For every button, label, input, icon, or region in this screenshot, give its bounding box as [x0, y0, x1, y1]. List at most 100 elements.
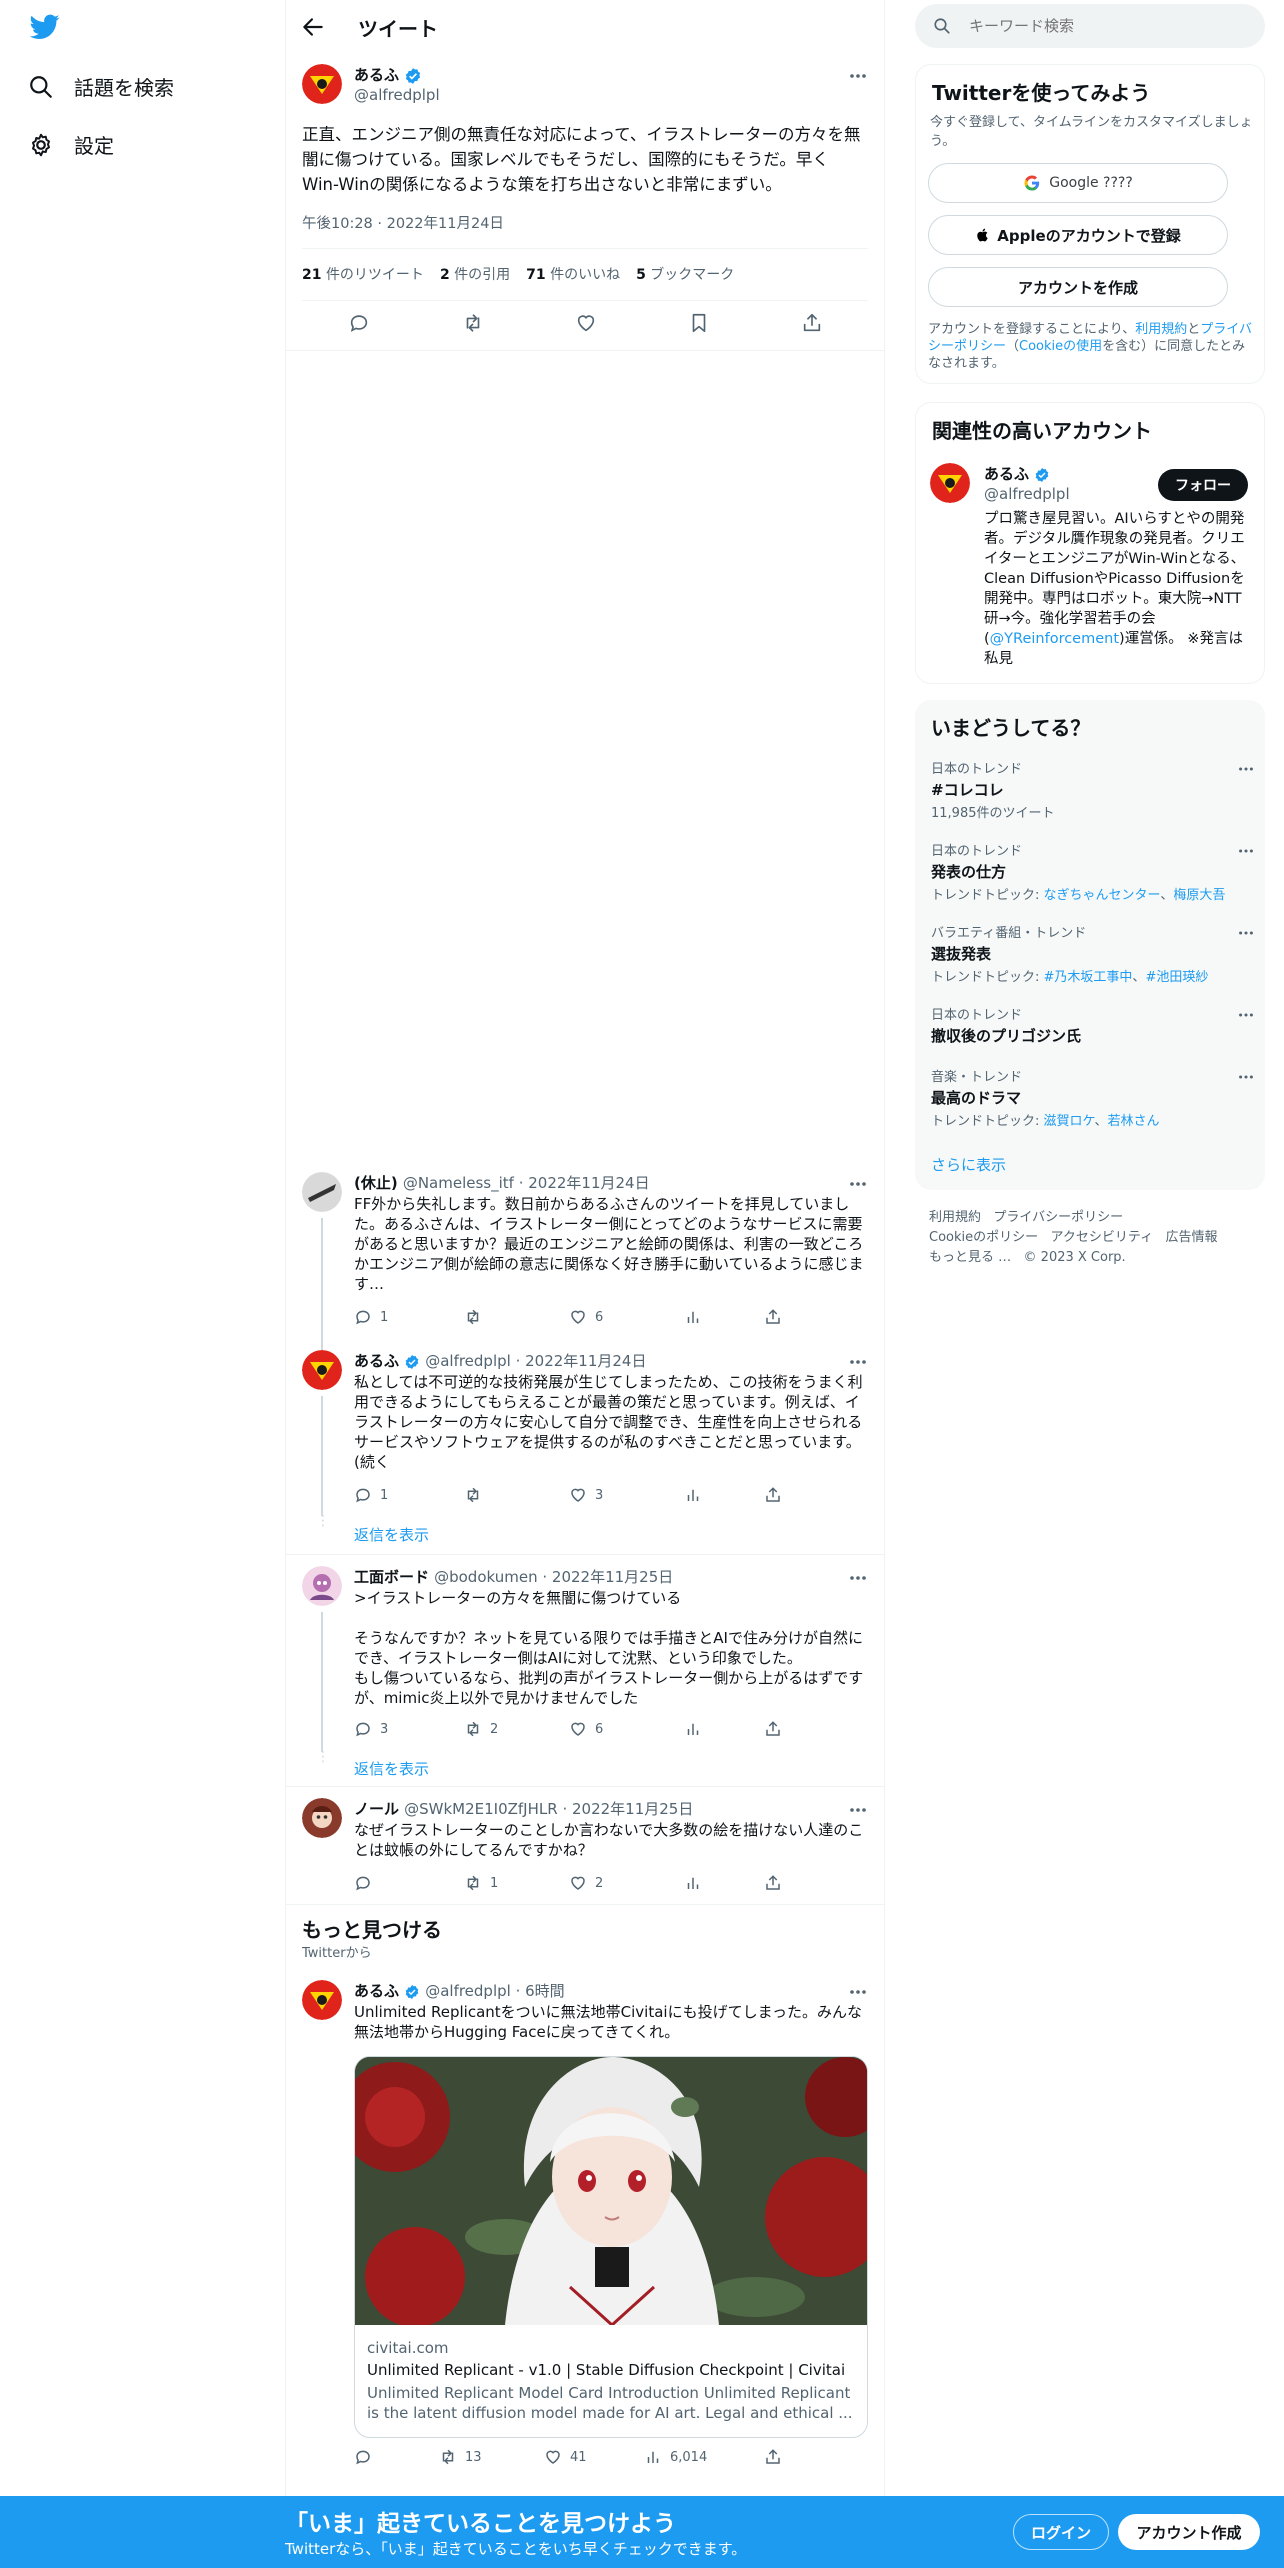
footer-link[interactable]: 広告情報: [1166, 1230, 1218, 1245]
follow-button[interactable]: フォロー: [1158, 469, 1248, 501]
reply-author-handle[interactable]: @alfredplpl: [425, 1982, 511, 2000]
likes-stat[interactable]: 71 件のいいね: [526, 264, 620, 284]
reply-author-name[interactable]: あるふ: [354, 1982, 399, 2000]
like-button[interactable]: 6: [569, 1720, 603, 1738]
share-button[interactable]: [764, 2448, 782, 2466]
share-icon[interactable]: [801, 312, 823, 334]
footer-link[interactable]: プライバシーポリシー: [993, 1210, 1123, 1225]
avatar[interactable]: [930, 463, 970, 503]
tweet-time[interactable]: 午後10:28: [302, 216, 373, 232]
reply-author-handle[interactable]: @SWkM2E1I0ZfJHLR: [404, 1800, 558, 1818]
trend-topic-link[interactable]: 若林さん: [1108, 1114, 1160, 1129]
trend-topic-link[interactable]: 滋賀ロケ: [1044, 1114, 1095, 1129]
like-icon[interactable]: [575, 312, 597, 334]
retweet-button[interactable]: 2: [464, 1720, 498, 1738]
avatar[interactable]: [302, 1172, 342, 1212]
bookmark-icon[interactable]: [688, 312, 710, 334]
reply-button[interactable]: 1: [354, 1308, 388, 1326]
reply-button[interactable]: 3: [354, 1720, 388, 1738]
like-button[interactable]: 2: [569, 1874, 603, 1892]
reply-author-handle[interactable]: @bodokumen: [434, 1568, 537, 1586]
reply-author-name[interactable]: 工面ボード: [354, 1568, 429, 1586]
reply-button[interactable]: [354, 1874, 380, 1892]
avatar[interactable]: [302, 1980, 342, 2020]
footer-link[interactable]: 利用規約: [929, 1210, 981, 1225]
more-options-icon[interactable]: [1237, 842, 1257, 862]
reply-button[interactable]: 1: [354, 1486, 388, 1504]
reply-tweet[interactable]: 工面ボード @bodokumen · 2022年11月25日 >イラストレーター…: [286, 1554, 884, 1788]
retweet-icon[interactable]: [461, 312, 485, 334]
share-button[interactable]: [764, 1874, 782, 1892]
reply-author-handle[interactable]: @Nameless_itf: [403, 1174, 514, 1192]
trend-topic-link[interactable]: #乃木坂工事中: [1044, 970, 1133, 985]
avatar[interactable]: [302, 1350, 342, 1390]
more-options-icon[interactable]: [1237, 1006, 1257, 1026]
trend-item[interactable]: 音楽・トレンド 最高のドラマ トレンドトピック: 滋賀ロケ、若林さん: [931, 1066, 1251, 1129]
footer-link[interactable]: Cookieのポリシー: [929, 1230, 1038, 1245]
trend-item[interactable]: バラエティ番組・トレンド 選抜発表 トレンドトピック: #乃木坂工事中、#池田瑛…: [931, 922, 1251, 985]
bio-mention-link[interactable]: @YReinforcement: [990, 631, 1119, 647]
relevant-name[interactable]: あるふ: [984, 465, 1029, 483]
retweet-button[interactable]: [464, 1486, 490, 1504]
google-signup-button[interactable]: Google ????: [928, 163, 1228, 203]
more-options-icon[interactable]: [1237, 1068, 1257, 1088]
tweet-date[interactable]: 2022年11月24日: [387, 216, 504, 232]
show-replies-link[interactable]: 返信を表示: [354, 1524, 429, 1545]
apple-signup-button[interactable]: Appleのアカウントで登録: [928, 215, 1228, 255]
reply-date[interactable]: 2022年11月25日: [572, 1800, 693, 1818]
back-arrow-icon[interactable]: [300, 14, 326, 40]
retweets-stat[interactable]: 21 件のリツイート: [302, 264, 424, 284]
signup-button[interactable]: アカウント作成: [1118, 2514, 1260, 2550]
share-button[interactable]: [764, 1486, 782, 1504]
more-options-icon[interactable]: [1237, 924, 1257, 944]
create-account-button[interactable]: アカウントを作成: [928, 267, 1228, 307]
analytics-button[interactable]: [684, 1720, 702, 1738]
quotes-stat[interactable]: 2 件の引用: [440, 264, 510, 284]
trend-item[interactable]: 日本のトレンド #コレコレ 11,985件のツイート: [931, 758, 1251, 821]
reply-date[interactable]: 2022年11月24日: [528, 1174, 649, 1192]
like-button[interactable]: 3: [569, 1486, 603, 1504]
reply-button[interactable]: [354, 2448, 380, 2466]
more-options-icon[interactable]: [848, 1568, 868, 1588]
twitter-logo-icon[interactable]: [30, 14, 60, 40]
retweet-button[interactable]: [464, 1308, 490, 1326]
reply-tweet[interactable]: ノール @SWkM2E1I0ZfJHLR · 2022年11月25日 なぜイラス…: [286, 1786, 884, 1906]
bookmarks-stat[interactable]: 5 ブックマーク: [636, 264, 734, 284]
retweet-button[interactable]: 1: [464, 1874, 498, 1892]
terms-link[interactable]: 利用規約: [1135, 322, 1187, 337]
avatar[interactable]: [302, 1798, 342, 1838]
footer-link[interactable]: アクセシビリティ: [1051, 1230, 1154, 1245]
analytics-button[interactable]: [684, 1874, 702, 1892]
more-options-icon[interactable]: [848, 1800, 868, 1820]
share-button[interactable]: [764, 1720, 782, 1738]
search-input[interactable]: [969, 14, 1249, 38]
tweet-time[interactable]: 6時間: [525, 1982, 565, 2000]
retweet-button[interactable]: 13: [439, 2448, 482, 2466]
cookie-link[interactable]: Cookieの使用: [1019, 339, 1102, 354]
sidebar-item-settings[interactable]: 設定: [28, 130, 114, 159]
trend-topic-link[interactable]: なぎちゃんセンター: [1044, 888, 1161, 903]
trend-topic-link[interactable]: #池田瑛紗: [1145, 970, 1208, 985]
more-options-icon[interactable]: [848, 1982, 868, 2002]
like-button[interactable]: 41: [544, 2448, 587, 2466]
reply-author-name[interactable]: あるふ: [354, 1352, 399, 1370]
recommended-tweet[interactable]: あるふ @alfredplpl · 6時間 Unlimited Replican…: [286, 1968, 884, 2468]
author-handle[interactable]: @alfredplpl: [354, 86, 440, 104]
share-button[interactable]: [764, 1308, 782, 1326]
like-button[interactable]: 6: [569, 1308, 603, 1326]
footer-more-link[interactable]: もっと見る …: [929, 1250, 1011, 1265]
more-options-icon[interactable]: [848, 1174, 868, 1194]
relevant-handle[interactable]: @alfredplpl: [984, 485, 1070, 503]
author-name[interactable]: あるふ: [354, 66, 399, 84]
more-options-icon[interactable]: [848, 66, 868, 86]
search-box[interactable]: [915, 4, 1265, 48]
reply-icon[interactable]: [348, 312, 370, 334]
trend-item[interactable]: 日本のトレンド 撤収後のプリゴジン氏: [931, 1004, 1251, 1046]
reply-tweet[interactable]: (休止) @Nameless_itf · 2022年11月24日 FF外から失礼…: [286, 1160, 884, 1350]
more-options-icon[interactable]: [848, 1352, 868, 1372]
analytics-button[interactable]: [684, 1486, 702, 1504]
avatar[interactable]: [302, 1566, 342, 1606]
trend-topic-link[interactable]: 梅原大吾: [1173, 888, 1225, 903]
show-replies-link[interactable]: 返信を表示: [354, 1758, 429, 1779]
reply-author-handle[interactable]: @alfredplpl: [425, 1352, 511, 1370]
